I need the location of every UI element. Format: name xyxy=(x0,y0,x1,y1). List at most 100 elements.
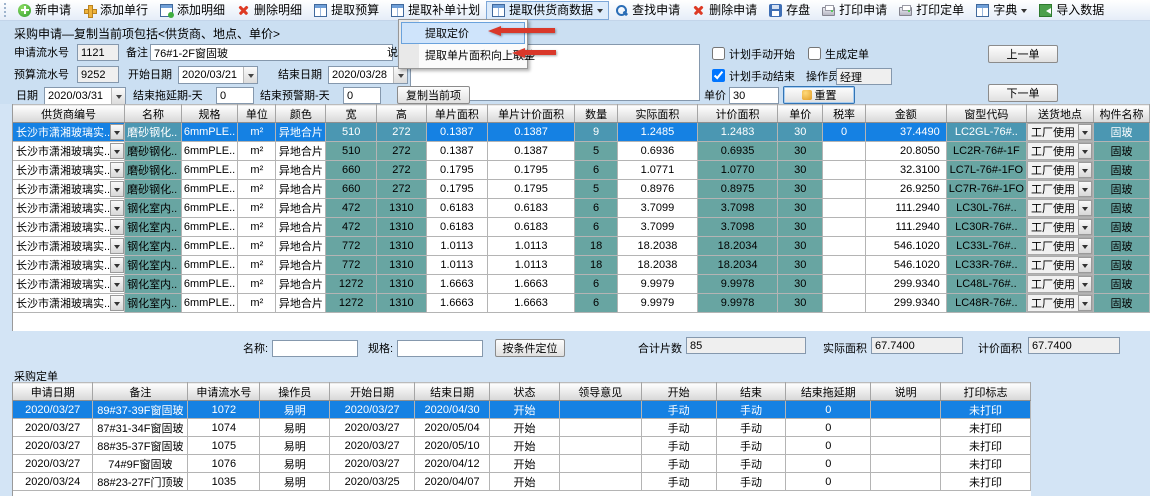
chevron-down-icon[interactable] xyxy=(1078,295,1092,311)
table-cell[interactable]: 磨砂钢化.. xyxy=(125,123,182,142)
table-cell[interactable]: 工厂使用 xyxy=(1026,275,1093,294)
column-header[interactable]: 结束日期 xyxy=(415,383,490,401)
table-cell[interactable] xyxy=(823,180,866,199)
table-cell[interactable]: 510 xyxy=(326,142,377,161)
table-cell[interactable]: 长沙市潇湘玻璃实.. xyxy=(13,237,125,256)
unit-price-input[interactable] xyxy=(729,87,779,104)
table-cell[interactable]: 20.8050 xyxy=(865,142,946,161)
table-row[interactable]: 2020/03/2787#31-34F窗固玻1074易明2020/03/2720… xyxy=(13,419,1031,437)
chevron-down-icon[interactable] xyxy=(110,295,124,311)
chevron-down-icon[interactable] xyxy=(243,67,257,83)
table-cell[interactable]: 0.1795 xyxy=(426,180,487,199)
table-cell[interactable]: 长沙市潇湘玻璃实.. xyxy=(13,294,125,313)
table-cell[interactable]: 固玻 xyxy=(1094,294,1150,313)
table-cell[interactable] xyxy=(823,142,866,161)
table-cell[interactable]: 手动 xyxy=(641,455,716,473)
total-pieces-input[interactable] xyxy=(686,337,806,354)
table-cell[interactable]: 固玻 xyxy=(1094,237,1150,256)
table-cell[interactable]: 2020/04/12 xyxy=(415,455,490,473)
table-cell[interactable]: 772 xyxy=(326,256,377,275)
table-cell[interactable]: 0.6183 xyxy=(426,218,487,237)
column-header[interactable]: 申请流水号 xyxy=(188,383,260,401)
column-header[interactable]: 窗型代码 xyxy=(946,105,1026,123)
table-cell[interactable]: 长沙市潇湘玻璃实.. xyxy=(13,180,125,199)
table-cell[interactable]: 30 xyxy=(778,142,823,161)
table-cell[interactable]: 0.1387 xyxy=(487,123,574,142)
table-cell[interactable]: 易明 xyxy=(260,437,330,455)
table-cell[interactable]: 固玻 xyxy=(1094,161,1150,180)
table-cell[interactable]: 易明 xyxy=(260,401,330,419)
chevron-down-icon[interactable] xyxy=(1078,257,1092,273)
table-cell[interactable]: 2020/03/27 xyxy=(330,419,415,437)
table-cell[interactable]: 272 xyxy=(376,123,426,142)
table-cell[interactable]: m² xyxy=(238,218,276,237)
table-cell[interactable]: 3.7099 xyxy=(617,218,697,237)
table-cell[interactable] xyxy=(871,401,941,419)
table-cell[interactable]: 长沙市潇湘玻璃实.. xyxy=(13,123,125,142)
chevron-down-icon[interactable] xyxy=(1078,162,1092,178)
column-header[interactable]: 计价面积 xyxy=(698,105,778,123)
chevron-down-icon[interactable] xyxy=(1078,276,1092,292)
table-cell[interactable]: 0.1795 xyxy=(426,161,487,180)
table-cell[interactable]: 660 xyxy=(326,180,377,199)
table-cell[interactable]: 6mmPLE.. xyxy=(181,218,237,237)
table-cell[interactable]: 1.0113 xyxy=(487,256,574,275)
table-cell[interactable]: 手动 xyxy=(716,473,786,491)
column-header[interactable]: 开始日期 xyxy=(330,383,415,401)
chevron-down-icon[interactable] xyxy=(1078,124,1092,140)
table-cell[interactable]: 111.2940 xyxy=(865,199,946,218)
table-row[interactable]: 长沙市潇湘玻璃实..钢化室内..6mmPLE..m²异地合片77213101.0… xyxy=(13,237,1150,256)
serial-input[interactable] xyxy=(77,44,119,61)
table-cell[interactable]: 工厂使用 xyxy=(1026,180,1093,199)
table-cell[interactable]: 0.1795 xyxy=(487,180,574,199)
table-cell[interactable]: 1.0113 xyxy=(426,256,487,275)
table-cell[interactable]: 30 xyxy=(778,294,823,313)
table-cell[interactable]: 1272 xyxy=(326,275,377,294)
end-date-combobox[interactable]: 2020/03/28 xyxy=(328,66,408,84)
table-cell[interactable]: 6mmPLE.. xyxy=(181,275,237,294)
toolbar-button-import-data[interactable]: 导入数据 xyxy=(1033,1,1110,20)
table-cell[interactable]: 0.6183 xyxy=(426,199,487,218)
table-cell[interactable]: 手动 xyxy=(716,437,786,455)
toolbar-button-extract-budget[interactable]: 提取预算 xyxy=(308,1,385,20)
table-cell[interactable]: 1310 xyxy=(376,218,426,237)
table-cell[interactable]: 9.9978 xyxy=(698,275,778,294)
table-cell[interactable]: 2020/03/27 xyxy=(13,419,93,437)
table-cell[interactable] xyxy=(871,419,941,437)
table-cell[interactable]: 1310 xyxy=(376,256,426,275)
table-cell[interactable]: 6mmPLE.. xyxy=(181,294,237,313)
table-cell[interactable]: 30 xyxy=(778,218,823,237)
actual-area-input[interactable] xyxy=(871,337,963,354)
table-cell[interactable]: 3.7098 xyxy=(698,218,778,237)
table-cell[interactable]: 异地合片 xyxy=(276,180,326,199)
chevron-down-icon[interactable] xyxy=(1078,200,1092,216)
table-cell[interactable]: 手动 xyxy=(716,455,786,473)
previous-order-button[interactable]: 上一单 xyxy=(988,45,1058,63)
table-cell[interactable]: 6mmPLE.. xyxy=(181,199,237,218)
locator-name-input[interactable] xyxy=(272,340,358,357)
table-cell[interactable]: 510 xyxy=(326,123,377,142)
table-cell[interactable]: 异地合片 xyxy=(276,237,326,256)
priced-area-input[interactable] xyxy=(1028,337,1120,354)
table-cell[interactable] xyxy=(823,218,866,237)
table-cell[interactable]: 2020/05/10 xyxy=(415,437,490,455)
table-cell[interactable]: 0.1387 xyxy=(426,123,487,142)
table-cell[interactable]: 30 xyxy=(778,275,823,294)
table-cell[interactable]: 固玻 xyxy=(1094,256,1150,275)
table-cell[interactable]: 1035 xyxy=(188,473,260,491)
table-cell[interactable]: 磨砂钢化.. xyxy=(125,142,182,161)
table-row[interactable]: 2020/03/2789#37-39F窗固玻1072易明2020/03/2720… xyxy=(13,401,1031,419)
table-cell[interactable]: 88#35-37F窗固玻 xyxy=(93,437,188,455)
table-cell[interactable]: 111.2940 xyxy=(865,218,946,237)
table-cell[interactable]: 2020/03/27 xyxy=(330,437,415,455)
menu-item-extract-area-roundup[interactable]: 提取单片面积向上取整 xyxy=(401,44,525,66)
column-header[interactable]: 打印标志 xyxy=(941,383,1031,401)
chevron-down-icon[interactable] xyxy=(110,143,124,159)
chevron-down-icon[interactable] xyxy=(1078,143,1092,159)
column-header[interactable]: 单片面积 xyxy=(426,105,487,123)
chevron-down-icon[interactable] xyxy=(1078,181,1092,197)
table-cell[interactable]: 1272 xyxy=(326,294,377,313)
table-cell[interactable]: m² xyxy=(238,237,276,256)
table-cell[interactable]: 固玻 xyxy=(1094,218,1150,237)
table-cell[interactable] xyxy=(559,437,641,455)
